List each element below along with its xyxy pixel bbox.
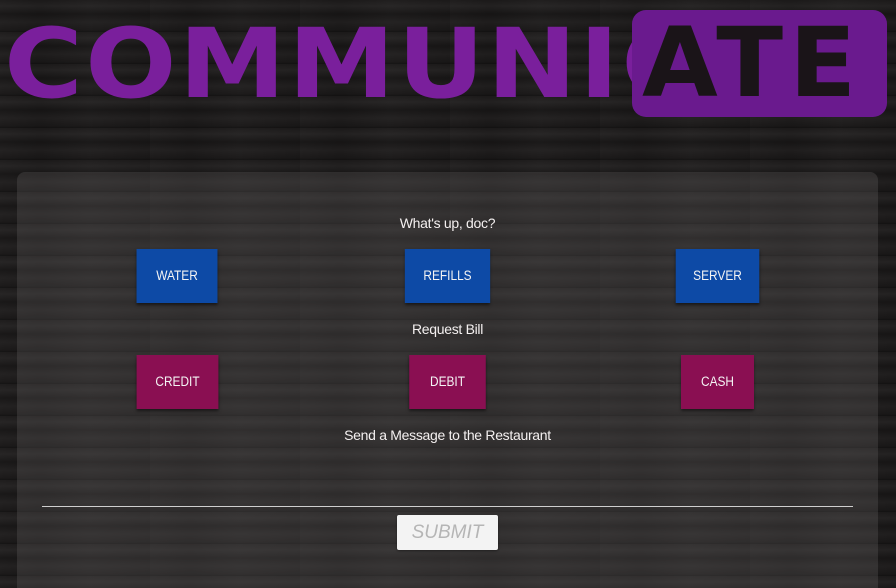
app-logo: COMMUNIC ATE [0,0,896,125]
request-bill-heading: Request Bill [411,321,484,337]
refills-button[interactable]: REFILLS [404,249,491,303]
credit-button[interactable]: CREDIT [136,355,219,409]
logo-text-main: COMMUNIC [4,8,703,120]
debit-button[interactable]: DEBIT [409,355,486,409]
request-panel: What's up, doc? WATER REFILLS SERVER Req… [17,172,878,588]
quick-requests-heading: What's up, doc? [399,215,496,231]
submit-button[interactable]: SUBMIT [397,515,498,550]
cash-button[interactable]: CASH [680,355,755,409]
logo-text-badge: ATE [642,10,863,117]
message-input-underline[interactable] [42,506,853,507]
water-button[interactable]: WATER [136,249,218,303]
server-button[interactable]: SERVER [675,249,760,303]
message-heading: Send a Message to the Restaurant [344,427,551,443]
logo-badge: ATE [632,10,887,117]
